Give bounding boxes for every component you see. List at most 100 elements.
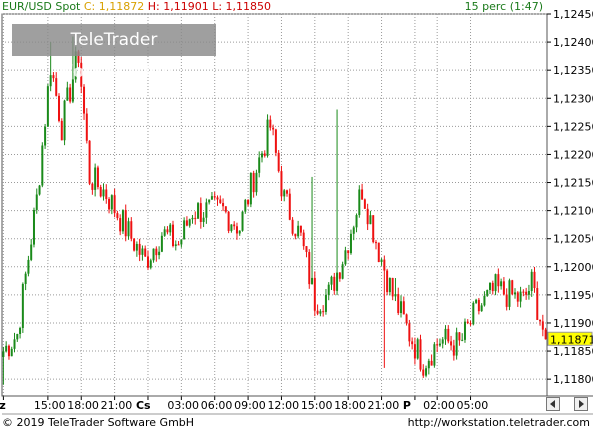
candle-body bbox=[480, 305, 483, 312]
candle-body bbox=[441, 339, 444, 344]
candle-body bbox=[202, 217, 205, 222]
candle-body bbox=[366, 208, 369, 225]
candle-body bbox=[369, 215, 372, 225]
candle-body bbox=[35, 194, 38, 210]
candle-body bbox=[363, 199, 366, 209]
candle-body bbox=[24, 273, 27, 284]
candle-body bbox=[438, 343, 441, 346]
candle-body bbox=[502, 281, 505, 295]
candle-body bbox=[174, 244, 177, 246]
candle-body bbox=[469, 323, 472, 325]
candle-body bbox=[19, 327, 22, 335]
candle-body bbox=[260, 153, 263, 158]
candle-body bbox=[488, 282, 491, 291]
candle-body bbox=[116, 213, 119, 219]
y-tick-label: 1,12050 bbox=[553, 233, 593, 246]
scroll-left-icon[interactable] bbox=[546, 397, 560, 411]
candle-body bbox=[463, 321, 466, 340]
candle-body bbox=[46, 86, 49, 127]
candle-body bbox=[49, 75, 52, 87]
candle-body bbox=[274, 129, 277, 153]
y-tick-label: 1,12300 bbox=[553, 92, 593, 105]
candle-body bbox=[241, 211, 244, 231]
candle-body bbox=[330, 276, 333, 285]
candle-body bbox=[146, 256, 149, 268]
candle-body bbox=[358, 189, 361, 216]
candle-body bbox=[497, 274, 500, 287]
candle-body bbox=[83, 86, 86, 114]
candle-body bbox=[280, 171, 283, 197]
candle-body bbox=[422, 369, 425, 376]
candle-body bbox=[291, 219, 294, 234]
symbol-label: EUR/USD Spot bbox=[2, 0, 81, 13]
chart-window: 1,12450 1,12400 1,12350 1,12300 1,12250 1,122… bbox=[0, 0, 593, 431]
candle-body bbox=[286, 190, 289, 194]
candle-body bbox=[185, 220, 188, 226]
header-quote: EUR/USD Spot C: 1,11872 H: 1,11901 L: 1,… bbox=[2, 0, 271, 14]
candle-body bbox=[149, 260, 152, 268]
candle-body bbox=[352, 227, 355, 234]
candle-body bbox=[108, 199, 111, 210]
candle-body bbox=[133, 238, 136, 251]
candle-body bbox=[405, 314, 408, 324]
y-tick-label: 1,11850 bbox=[553, 345, 593, 358]
candle-body bbox=[341, 264, 344, 279]
x-tick-label: 02:00 bbox=[423, 399, 455, 412]
candle-body bbox=[327, 284, 330, 295]
candle-body bbox=[152, 248, 155, 261]
website-link[interactable]: http://workstation.teletrader.com bbox=[408, 416, 590, 430]
candle-body bbox=[397, 294, 400, 314]
candle-body bbox=[475, 299, 478, 303]
candle-body bbox=[58, 95, 61, 121]
candle-body bbox=[455, 332, 458, 356]
candle-body bbox=[127, 221, 130, 237]
candle-body bbox=[430, 360, 433, 366]
candle-body bbox=[505, 294, 508, 307]
candle-body bbox=[27, 259, 30, 274]
candle-body bbox=[244, 199, 247, 212]
logo-text-2: WorkStation bbox=[54, 62, 174, 82]
candle-body bbox=[311, 277, 314, 285]
y-tick-label: 1,11800 bbox=[553, 373, 593, 386]
close-label: C: 1,11872 bbox=[83, 0, 145, 13]
y-tick-label: 1,12100 bbox=[553, 205, 593, 218]
candle-body bbox=[85, 113, 88, 141]
copyright-text: © 2019 TeleTrader Software GmbH bbox=[2, 416, 195, 429]
high-low-label: H: 1,11901 L: 1,11850 bbox=[147, 0, 272, 13]
candle-body bbox=[372, 215, 375, 243]
candle-body bbox=[105, 189, 108, 200]
candle-body bbox=[444, 328, 447, 340]
candle-body bbox=[160, 235, 163, 252]
candle-body bbox=[494, 274, 497, 292]
candle-body bbox=[380, 259, 383, 263]
candle-body bbox=[461, 339, 464, 341]
candle-body bbox=[91, 183, 94, 190]
candle-body bbox=[466, 321, 469, 324]
candle-body bbox=[374, 242, 377, 244]
x-tick-label: 15:00 bbox=[34, 399, 66, 412]
candle-body bbox=[536, 288, 539, 320]
x-tick-label: P bbox=[403, 399, 411, 412]
candle-body bbox=[5, 345, 8, 352]
candle-body bbox=[144, 248, 147, 257]
y-tick-label: 1,12150 bbox=[553, 177, 593, 190]
candle-body bbox=[16, 334, 19, 340]
x-tick-label: 18:00 bbox=[67, 399, 99, 412]
candle-body bbox=[511, 280, 514, 295]
candle-body bbox=[130, 221, 133, 239]
candle-body bbox=[194, 217, 197, 219]
candle-body bbox=[219, 199, 222, 203]
candle-body bbox=[263, 153, 266, 156]
scroll-right-icon[interactable] bbox=[574, 397, 588, 411]
candle-body bbox=[391, 277, 394, 297]
candle-body bbox=[458, 332, 461, 341]
candle-body bbox=[213, 196, 216, 198]
candle-body bbox=[32, 209, 35, 245]
candle-body bbox=[500, 281, 503, 287]
x-tick-label: Sz bbox=[0, 399, 6, 412]
candle-body bbox=[233, 224, 236, 227]
workstation-logo: TeleTrader WorkStation bbox=[12, 24, 216, 82]
candle-body bbox=[63, 100, 66, 141]
candle-body bbox=[199, 203, 202, 222]
candle-body bbox=[66, 87, 69, 101]
